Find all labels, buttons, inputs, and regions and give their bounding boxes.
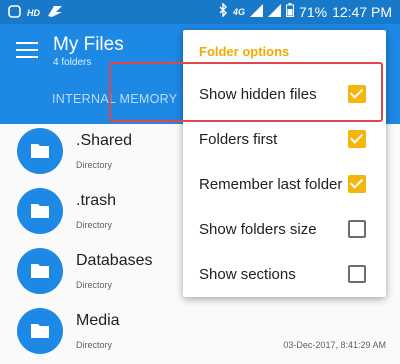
menu-item-folders-first[interactable]: Folders first <box>183 118 386 163</box>
carrier-badge: HD <box>27 7 40 18</box>
folder-icon <box>31 324 49 338</box>
file-name: Databases <box>76 252 153 269</box>
app-logo-icon <box>46 4 64 21</box>
folder-avatar <box>17 308 63 354</box>
menu-item-remember-last-folder[interactable]: Remember last folder <box>183 163 386 208</box>
page-title: My Files <box>53 34 124 55</box>
file-date: 03-Dec-2017, 8:41:29 AM <box>283 340 386 350</box>
show-sections-checkbox[interactable] <box>348 265 366 283</box>
signal-icon-secondary <box>268 3 282 20</box>
folder-avatar <box>17 188 63 234</box>
list-item[interactable]: Media Directory 03-Dec-2017, 8:41:29 AM <box>0 304 400 364</box>
menu-item-label: Show folders size <box>199 221 317 238</box>
bluetooth-icon <box>219 2 228 20</box>
battery-percent: 71% <box>299 3 328 20</box>
menu-item-show-sections[interactable]: Show sections <box>183 253 386 298</box>
menu-item-label: Show sections <box>199 266 296 283</box>
signal-icon <box>250 3 264 20</box>
clock: 12:47 PM <box>332 3 392 20</box>
file-type: Directory <box>76 160 113 170</box>
folder-icon <box>31 264 49 278</box>
folder-icon <box>31 144 49 158</box>
folder-avatar <box>17 248 63 294</box>
menu-item-label: Remember last folder <box>199 176 343 193</box>
show-folders-size-checkbox[interactable] <box>348 220 366 238</box>
network-type-label: 4G <box>233 6 246 17</box>
battery-icon <box>286 3 295 20</box>
remember-last-folder-checkbox[interactable] <box>348 175 366 193</box>
folders-first-checkbox[interactable] <box>348 130 366 148</box>
file-name: .trash <box>76 192 117 209</box>
folder-icon <box>31 204 49 218</box>
highlight-annotation <box>109 62 383 122</box>
menu-icon[interactable] <box>16 42 38 63</box>
status-bar: HD 4G 71% 12:47 PM <box>0 0 400 24</box>
menu-title: Folder options <box>199 44 290 59</box>
notification-app-icon <box>8 4 21 21</box>
file-type: Directory <box>76 280 113 290</box>
file-name: .Shared <box>76 132 133 149</box>
folder-avatar <box>17 128 63 174</box>
file-type: Directory <box>76 340 113 350</box>
menu-item-show-folders-size[interactable]: Show folders size <box>183 208 386 253</box>
menu-item-label: Folders first <box>199 131 278 148</box>
folder-count: 4 folders <box>53 57 92 68</box>
file-type: Directory <box>76 220 113 230</box>
file-name: Media <box>76 312 120 329</box>
